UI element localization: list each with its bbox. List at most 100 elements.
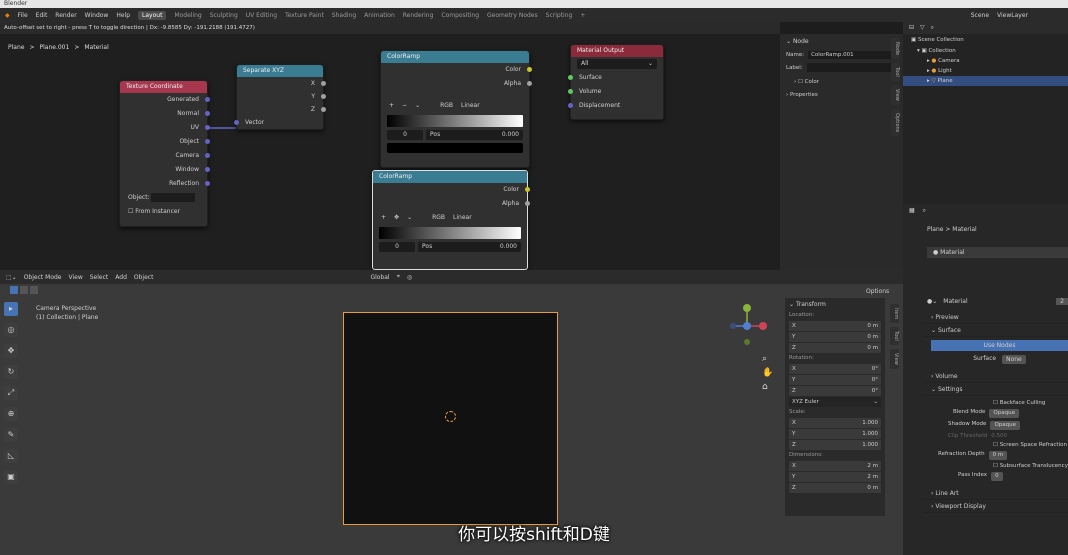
surface-panel[interactable]: ⌄ Surface — [923, 324, 1068, 337]
socket-color[interactable]: Color — [373, 183, 530, 197]
node-label-field[interactable] — [806, 63, 897, 72]
outliner-item[interactable]: ▸ ● Camera — [903, 56, 1068, 66]
location-y[interactable]: Y0 m — [789, 332, 881, 342]
tab-node[interactable]: Node — [891, 38, 900, 60]
tab-options[interactable]: Options — [891, 108, 900, 136]
node-separate-xyz[interactable]: Separate XYZ X Y Z Vector — [234, 64, 326, 130]
mode-select[interactable]: Object Mode — [24, 274, 62, 281]
select-mode-icon[interactable] — [30, 286, 38, 294]
node-header[interactable]: ColorRamp — [373, 171, 527, 183]
socket-alpha[interactable]: Alpha — [381, 77, 532, 91]
shadow-mode-select[interactable]: Opaque — [990, 421, 1020, 430]
tab-view[interactable]: View — [891, 84, 900, 105]
location-z[interactable]: Z0 m — [789, 343, 881, 353]
remove-stop-icon[interactable]: − — [402, 99, 407, 113]
material-selector[interactable]: ●⌄ Material 2 — [927, 298, 1068, 305]
socket-generated[interactable]: Generated — [120, 93, 210, 107]
interpolation-select[interactable]: Linear — [461, 99, 480, 113]
menu-add[interactable]: Add — [115, 274, 127, 281]
color-mode-select[interactable]: RGB — [440, 99, 453, 113]
scale-tool-icon[interactable]: ⤢ — [4, 386, 18, 400]
stop-index-field[interactable]: 0 — [387, 130, 423, 140]
select-tool-icon[interactable]: ▸ — [4, 302, 18, 316]
add-stop-icon[interactable]: + — [389, 99, 394, 113]
surface-field[interactable]: None — [1002, 355, 1026, 364]
target-select[interactable]: All ⌄ — [577, 59, 657, 69]
chevron-down-icon[interactable]: ⌄ — [415, 99, 420, 113]
socket-window[interactable]: Window — [120, 163, 210, 177]
dimension-x[interactable]: X2 m — [789, 461, 881, 471]
user-count[interactable]: 2 — [1056, 298, 1068, 305]
stop-color-swatch[interactable] — [387, 143, 523, 153]
pass-index-field[interactable]: 0 — [991, 472, 1003, 481]
sst-checkbox[interactable]: ☐ Subsurface Translucency — [993, 463, 1068, 469]
backface-checkbox[interactable]: ☐ Backface Culling — [993, 400, 1068, 406]
preview-panel[interactable]: › Preview — [923, 311, 1068, 324]
snap-icon[interactable]: ⌖ — [397, 273, 400, 281]
options-button[interactable]: Options — [866, 288, 889, 295]
socket-y[interactable]: Y — [237, 90, 326, 103]
material-slot[interactable]: ● Material — [927, 247, 1068, 258]
annotate-tool-icon[interactable]: ✎ — [4, 428, 18, 442]
settings-panel[interactable]: ⌄ Settings — [923, 383, 1068, 396]
refraction-depth-field[interactable]: 0 m — [988, 451, 1008, 460]
add-stop-icon[interactable]: + — [381, 211, 386, 225]
tab-item[interactable]: Item — [890, 304, 899, 324]
object-field[interactable]: Object: — [120, 191, 207, 205]
chevron-down-icon[interactable]: ⌄ — [407, 211, 412, 225]
color-toggle[interactable]: › ☐ Color — [780, 74, 903, 90]
dimension-z[interactable]: Z0 m — [789, 483, 881, 493]
outliner-item[interactable]: ▸ ● Light — [903, 66, 1068, 76]
socket-camera[interactable]: Camera — [120, 149, 210, 163]
stop-pos-field[interactable]: Pos 0.000 — [418, 242, 521, 252]
rotation-y[interactable]: Y 0° — [789, 375, 881, 385]
filter-icon[interactable]: ▽ — [920, 24, 925, 32]
tab-tool[interactable]: Tool — [890, 327, 899, 346]
properties-panel[interactable]: › Properties — [780, 90, 903, 100]
editor-type-icon[interactable]: ▦ — [909, 207, 915, 215]
editor-type-icon[interactable]: ⊟ — [909, 24, 914, 32]
location-x[interactable]: X0 m — [789, 321, 881, 331]
node-header[interactable]: ColorRamp — [381, 51, 529, 63]
cursor-tool-icon[interactable]: ◎ — [4, 323, 18, 337]
lineart-panel[interactable]: › Line Art — [923, 487, 1068, 500]
scale-z[interactable]: Z 1.000 — [789, 440, 881, 450]
blend-mode-select[interactable]: Opaque — [989, 409, 1019, 418]
zoom-icon[interactable]: ⌕ — [762, 352, 773, 366]
socket-color[interactable]: Color — [381, 63, 532, 77]
scale-x[interactable]: X 1.000 — [789, 418, 881, 428]
socket-alpha[interactable]: Alpha — [373, 197, 530, 211]
camera-icon[interactable]: ⌂ — [762, 380, 773, 394]
socket-vector[interactable]: Vector — [234, 116, 323, 129]
ssr-checkbox[interactable]: ☐ Screen Space Refraction — [993, 442, 1068, 448]
color-ramp-gradient[interactable] — [379, 227, 521, 239]
scale-y[interactable]: Y 1.000 — [789, 429, 881, 439]
socket-object[interactable]: Object — [120, 135, 210, 149]
socket-surface[interactable]: Surface — [568, 71, 663, 85]
node-panel-header[interactable]: ⌄ Node — [780, 34, 903, 49]
search-icon[interactable]: ⌕ — [923, 207, 926, 215]
orientation-select[interactable]: Global — [370, 274, 389, 281]
search-icon[interactable]: ⌕ — [931, 24, 934, 32]
node-header[interactable]: Separate XYZ — [237, 65, 323, 77]
node-header[interactable]: Texture Coordinate — [120, 81, 207, 93]
node-colorramp[interactable]: ColorRamp Color Alpha + − ⌄ RGB Linear 0 P… — [380, 50, 532, 168]
measure-tool-icon[interactable]: ◺ — [4, 449, 18, 463]
rotation-mode-select[interactable]: XYZ Euler ⌄ — [789, 397, 881, 407]
menu-select[interactable]: Select — [90, 274, 109, 281]
socket-displacement[interactable]: Displacement — [568, 99, 663, 113]
interpolation-select[interactable]: Linear — [453, 211, 472, 225]
stop-pos-field[interactable]: Pos 0.000 — [426, 130, 523, 140]
from-instancer-checkbox[interactable]: ☐ From Instancer — [120, 205, 207, 219]
tab-view[interactable]: View — [890, 349, 899, 369]
proportional-icon[interactable]: ◎ — [407, 274, 412, 281]
socket-normal[interactable]: Normal — [120, 107, 210, 121]
node-colorramp-selected[interactable]: ColorRamp Color Alpha + ✥ ⌄ RGB Linear 0 P… — [372, 170, 530, 270]
rotation-z[interactable]: Z 0° — [789, 386, 881, 396]
socket-uv[interactable]: UV — [120, 121, 210, 135]
camera-frame[interactable] — [343, 312, 558, 525]
stop-index-field[interactable]: 0 — [379, 242, 415, 252]
select-mode-icon[interactable] — [20, 286, 28, 294]
node-material-output[interactable]: Material Output All ⌄ Surface Volume Disp… — [568, 44, 664, 120]
node-texture-coordinate[interactable]: Texture Coordinate Generated Normal UV O… — [119, 80, 210, 227]
